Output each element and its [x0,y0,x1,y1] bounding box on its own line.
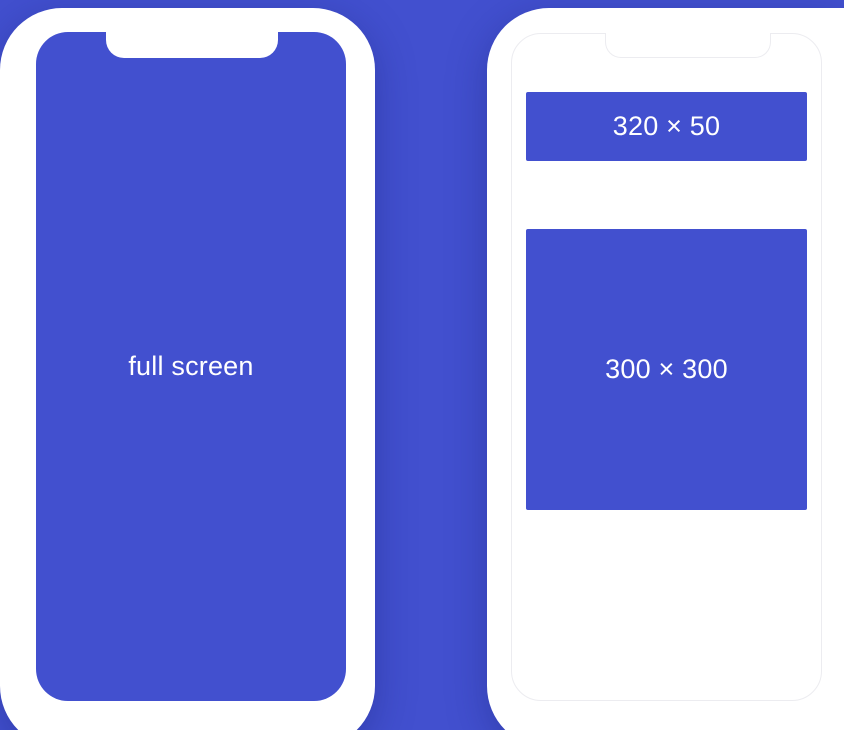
banner-ad: 320 × 50 [526,92,807,161]
square-ad: 300 × 300 [526,229,807,510]
full-screen-ad: full screen [36,32,346,701]
phone-right: 320 × 50 300 × 300 [487,8,844,730]
stage: full screen 320 × 50 300 × 300 [0,0,844,730]
full-screen-label: full screen [128,351,254,381]
phone-notch [106,32,278,58]
phone-left: full screen [0,8,375,730]
phone-notch [605,33,771,58]
phone-screen: 320 × 50 300 × 300 [511,33,822,701]
square-ad-label: 300 × 300 [605,354,728,384]
banner-ad-label: 320 × 50 [612,111,721,141]
